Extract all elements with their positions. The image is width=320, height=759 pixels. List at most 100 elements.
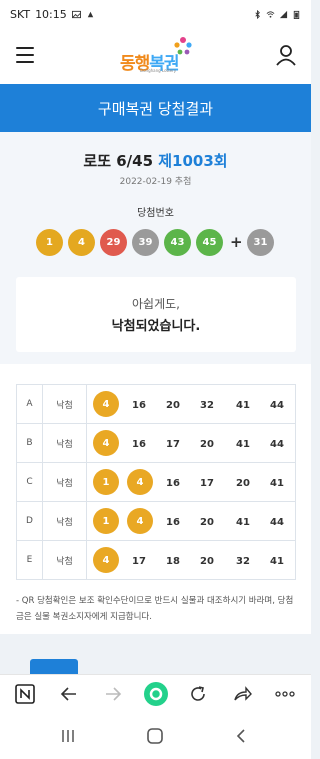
ticket-label: D bbox=[16, 501, 43, 541]
carrier-label: SKT bbox=[10, 7, 31, 21]
ticket-number: 20 bbox=[166, 399, 180, 411]
matched-number: 4 bbox=[93, 430, 119, 456]
status-bar: SKT 10:15 bbox=[0, 0, 311, 28]
ticket-number: 16 bbox=[132, 399, 146, 411]
browser-toolbar bbox=[0, 674, 311, 712]
ticket-number: 44 bbox=[270, 438, 284, 450]
back-icon[interactable] bbox=[58, 683, 80, 705]
ticket-number: 16 bbox=[166, 477, 180, 489]
winning-ball: 39 bbox=[132, 229, 159, 256]
winning-numbers-label: 당첨번호 bbox=[137, 208, 174, 219]
logo-mark-icon bbox=[174, 37, 192, 55]
result-message-1: 아쉽게도, bbox=[132, 297, 180, 311]
user-icon[interactable] bbox=[275, 44, 297, 66]
ticket-number: 20 bbox=[200, 555, 214, 567]
footer-area bbox=[0, 634, 311, 674]
matched-number: 4 bbox=[127, 469, 153, 495]
winning-ball: 1 bbox=[36, 229, 63, 256]
ticket-number: 41 bbox=[270, 555, 284, 567]
home-button-icon[interactable] bbox=[146, 726, 164, 746]
ticket-label: B bbox=[16, 423, 43, 463]
ticket-number: 17 bbox=[132, 555, 146, 567]
bluetooth-icon bbox=[255, 9, 260, 19]
result-message-box: 아쉽게도, 낙첨되었습니다. bbox=[16, 277, 296, 352]
ticket-numbers: 4 17 18 20 32 41 bbox=[86, 540, 296, 580]
notification-icon bbox=[87, 11, 93, 17]
ticket-table: A 낙첨 4 16 20 32 41 44 B 낙첨 4 16 17 20 41 44 C 낙첨 1 4 16 17 20 4… bbox=[16, 384, 296, 580]
more-icon[interactable] bbox=[274, 683, 296, 705]
forward-icon[interactable] bbox=[102, 683, 124, 705]
ticket-number: 16 bbox=[166, 516, 180, 528]
game-name: 로또 6/45 bbox=[83, 152, 154, 170]
ticket-section: A 낙첨 4 16 20 32 41 44 B 낙첨 4 16 17 20 41 44 C 낙첨 1 4 16 17 20 4… bbox=[0, 364, 311, 634]
winning-ball: 43 bbox=[164, 229, 191, 256]
ticket-number: 32 bbox=[236, 555, 250, 567]
banner-card[interactable] bbox=[30, 659, 78, 674]
matched-number: 1 bbox=[93, 469, 119, 495]
ticket-number: 44 bbox=[270, 516, 284, 528]
result-panel: 로또 6/45 제1003회 2022-02-19 추첨 당첨번호 1 4 29… bbox=[0, 132, 311, 364]
bonus-plus: + bbox=[230, 233, 243, 251]
ticket-numbers: 1 4 16 20 41 44 bbox=[86, 501, 296, 541]
ticket-row: C 낙첨 1 4 16 17 20 41 bbox=[16, 462, 296, 502]
recent-apps-icon[interactable] bbox=[60, 726, 76, 746]
ticket-number: 32 bbox=[200, 399, 214, 411]
matched-number: 1 bbox=[93, 508, 119, 534]
ticket-numbers: 4 16 17 20 41 44 bbox=[86, 423, 296, 463]
gallery-icon bbox=[71, 10, 81, 18]
app-header: 동행복권 Donghang Lottery bbox=[0, 28, 311, 84]
home-icon[interactable] bbox=[143, 681, 169, 707]
ticket-row: D 낙첨 1 4 16 20 41 44 bbox=[16, 501, 296, 541]
ticket-number: 16 bbox=[132, 438, 146, 450]
ticket-status: 낙첨 bbox=[42, 423, 87, 463]
system-back-icon[interactable] bbox=[234, 726, 248, 746]
logo[interactable]: 동행복권 Donghang Lottery bbox=[120, 36, 194, 76]
ticket-number: 20 bbox=[200, 438, 214, 450]
system-nav-bar bbox=[0, 712, 311, 759]
ticket-status: 낙첨 bbox=[42, 501, 87, 541]
share-icon[interactable] bbox=[231, 683, 253, 705]
ticket-number: 41 bbox=[236, 438, 250, 450]
matched-number: 4 bbox=[127, 508, 153, 534]
winning-ball: 45 bbox=[196, 229, 223, 256]
ticket-number: 17 bbox=[166, 438, 180, 450]
draw-date: 2022-02-19 추첨 bbox=[119, 177, 192, 187]
ticket-numbers: 1 4 16 17 20 41 bbox=[86, 462, 296, 502]
battery-icon bbox=[293, 10, 300, 19]
ticket-row: E 낙첨 4 17 18 20 32 41 bbox=[16, 540, 296, 580]
winning-ball: 4 bbox=[68, 229, 95, 256]
ticket-label: C bbox=[16, 462, 43, 502]
round-number: 제1003회 bbox=[158, 152, 228, 170]
ticket-number: 44 bbox=[270, 399, 284, 411]
ticket-row: B 낙첨 4 16 17 20 41 44 bbox=[16, 423, 296, 463]
ticket-status: 낙첨 bbox=[42, 462, 87, 502]
matched-number: 4 bbox=[93, 391, 119, 417]
clock: 10:15 bbox=[35, 7, 67, 21]
ticket-row: A 낙첨 4 16 20 32 41 44 bbox=[16, 384, 296, 424]
menu-icon[interactable] bbox=[16, 47, 34, 63]
page-title: 구매복권 당첨결과 bbox=[0, 84, 311, 132]
game-title: 로또 6/45 제1003회 bbox=[0, 150, 311, 171]
ticket-status: 낙첨 bbox=[42, 384, 87, 424]
wifi-icon bbox=[266, 10, 275, 18]
result-message-2: 낙첨되었습니다. bbox=[111, 319, 201, 334]
winning-numbers: 1 4 29 39 43 45 + 31 bbox=[36, 229, 276, 257]
ticket-number: 41 bbox=[270, 477, 284, 489]
ticket-number: 41 bbox=[236, 399, 250, 411]
signal-icon bbox=[279, 10, 288, 18]
matched-number: 4 bbox=[93, 547, 119, 573]
ticket-status: 낙첨 bbox=[42, 540, 87, 580]
n-badge-icon[interactable] bbox=[14, 683, 36, 705]
ticket-number: 41 bbox=[236, 516, 250, 528]
qr-notice: - QR 당첨확인은 보조 확인수단이므로 반드시 실물과 대조하시기 바라며,… bbox=[16, 596, 294, 622]
logo-subtitle: Donghang Lottery bbox=[140, 68, 177, 73]
ticket-label: A bbox=[16, 384, 43, 424]
ticket-number: 20 bbox=[200, 516, 214, 528]
ticket-numbers: 4 16 20 32 41 44 bbox=[86, 384, 296, 424]
winning-ball: 29 bbox=[100, 229, 127, 256]
ticket-number: 18 bbox=[166, 555, 180, 567]
ticket-label: E bbox=[16, 540, 43, 580]
refresh-icon[interactable] bbox=[187, 683, 209, 705]
ticket-number: 20 bbox=[236, 477, 250, 489]
ticket-number: 17 bbox=[200, 477, 214, 489]
